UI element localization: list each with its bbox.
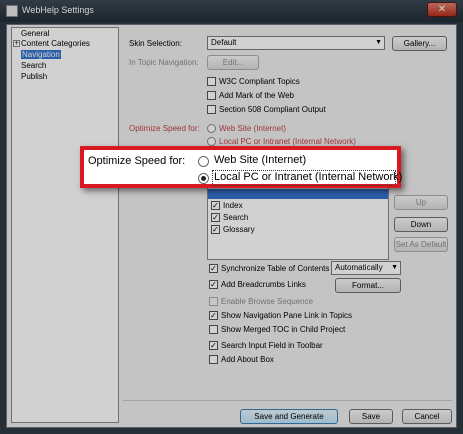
cancel-button[interactable]: Cancel [402,409,452,424]
optimize-speed-label-bg: Optimize Speed for: [129,124,200,133]
w3c-compliant-checkbox[interactable] [207,77,216,86]
search-label: Search [223,213,249,222]
glossary-checkbox[interactable]: ✓ [211,225,220,234]
search-checkbox[interactable]: ✓ [211,213,220,222]
nav-pane-link-label: Show Navigation Pane Link in Topics [221,311,353,320]
breadcrumbs-checkbox[interactable]: ✓ [209,280,218,289]
web-site-radio[interactable] [198,156,209,167]
local-pc-label-bg: Local PC or Intranet (Internal Network) [219,137,356,146]
selected-list-row[interactable] [208,189,388,199]
mark-of-web-checkbox[interactable] [207,91,216,100]
local-pc-radio-bg[interactable] [207,137,216,146]
window: WebHelp Settings ✕ General + Content Cat… [0,0,463,434]
sync-toc-checkbox[interactable]: ✓ [209,264,218,273]
local-pc-option: Local PC or Intranet (Internal Network) [214,171,403,183]
down-button[interactable]: Down [394,217,448,232]
search-input-toolbar-label: Search Input Field in Toolbar [221,341,323,350]
w3c-compliant-label: W3C Compliant Topics [219,77,300,86]
skin-selection-dropdown[interactable]: Default ▼ [207,36,385,50]
settings-tree: General + Content Categories Navigation … [11,27,119,423]
set-as-default-button[interactable]: Set As Default [394,237,448,252]
tree-item-navigation[interactable]: Navigation [21,50,61,59]
save-button[interactable]: Save [349,409,393,424]
web-site-label-bg: Web Site (Internet) [219,124,286,133]
tree-item-search[interactable]: Search [21,61,46,70]
app-icon [6,5,18,17]
expand-icon[interactable]: + [13,40,20,47]
title-bar: WebHelp Settings ✕ [0,0,463,22]
merged-toc-label: Show Merged TOC in Child Project [221,325,346,334]
merged-toc-checkbox[interactable] [209,325,218,334]
search-input-toolbar-checkbox[interactable]: ✓ [209,341,218,350]
dialog-body: General + Content Categories Navigation … [6,24,457,428]
chevron-down-icon: ▼ [375,39,382,46]
optimize-speed-label: Optimize Speed for: [88,155,186,167]
optimize-speed-callout: Optimize Speed for: Web Site (Internet) … [80,146,403,188]
section-508-label: Section 508 Compliant Output [219,105,326,114]
tree-item-publish[interactable]: Publish [21,72,47,81]
browse-sequence-label: Enable Browse Sequence [221,297,314,306]
sync-toc-dropdown[interactable]: Automatically ▼ [331,261,401,275]
up-button[interactable]: Up [394,195,448,210]
skin-selection-value: Default [211,38,237,47]
chevron-down-icon: ▼ [391,264,398,271]
mark-of-web-label: Add Mark of the Web [219,91,294,100]
nav-pane-link-checkbox[interactable]: ✓ [209,311,218,320]
sync-toc-value: Automatically [335,263,383,272]
save-and-generate-button[interactable]: Save and Generate [240,409,338,424]
edit-button[interactable]: Edit... [207,55,259,70]
sync-toc-label: Synchronize Table of Contents [221,264,330,273]
web-site-radio-bg[interactable] [207,124,216,133]
section-508-checkbox[interactable] [207,105,216,114]
breadcrumbs-label: Add Breadcrumbs Links [221,280,306,289]
window-title: WebHelp Settings [22,5,94,15]
gallery-button[interactable]: Gallery... [392,36,447,51]
index-checkbox[interactable]: ✓ [211,201,220,210]
close-button[interactable]: ✕ [427,2,457,17]
index-label: Index [223,201,243,210]
browse-sequence-checkbox[interactable] [209,297,218,306]
tree-item-content-categories[interactable]: Content Categories [21,39,90,48]
local-pc-radio[interactable] [198,173,209,184]
about-box-checkbox[interactable] [209,355,218,364]
tree-item-general[interactable]: General [21,29,49,38]
navigation-panel: Skin Selection: Default ▼ Gallery... In … [123,27,452,397]
in-topic-navigation-label: In Topic Navigation: [129,58,199,67]
about-box-label: Add About Box [221,355,274,364]
glossary-label: Glossary [223,225,255,234]
skin-selection-label: Skin Selection: [129,39,182,48]
footer-divider [123,400,452,401]
format-button[interactable]: Format... [335,278,401,293]
web-site-option: Web Site (Internet) [214,154,307,166]
